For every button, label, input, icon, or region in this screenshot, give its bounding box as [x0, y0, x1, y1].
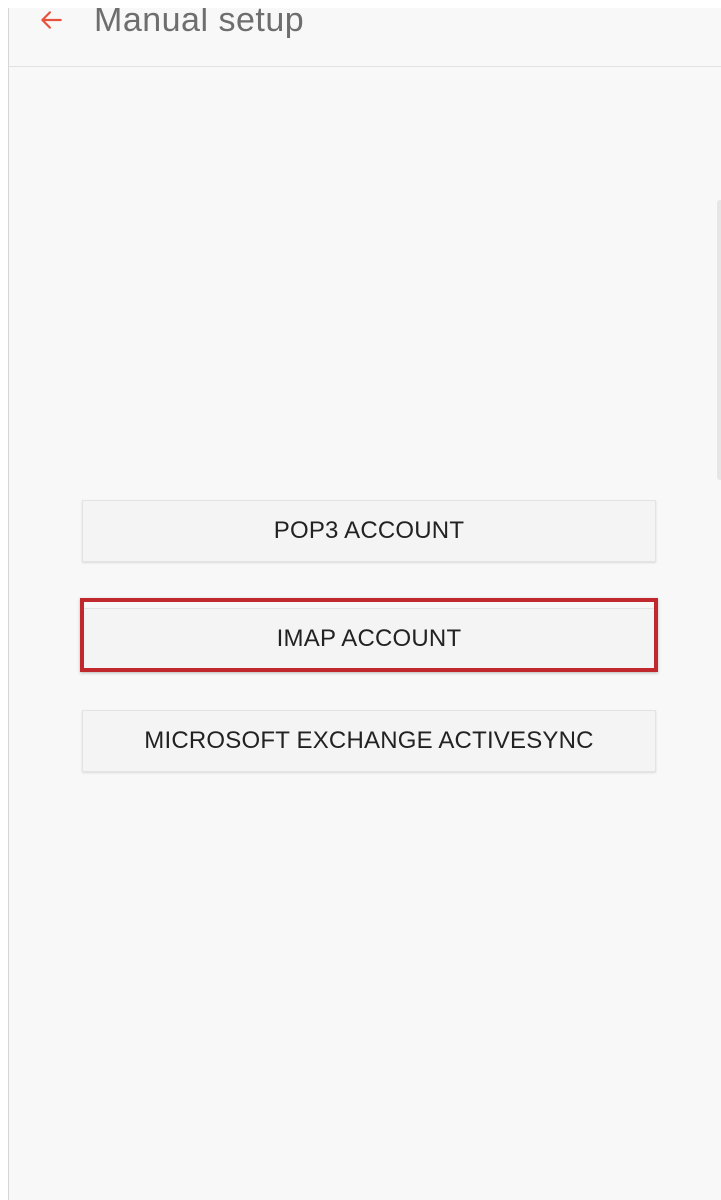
- pop3-account-button[interactable]: POP3 ACCOUNT: [82, 500, 656, 562]
- app-bar: Manual setup: [9, 0, 721, 67]
- edge-handle: [717, 200, 721, 480]
- imap-account-button[interactable]: IMAP ACCOUNT: [82, 608, 656, 670]
- arrow-left-icon: [38, 7, 64, 33]
- exchange-activesync-button[interactable]: MICROSOFT EXCHANGE ACTIVESYNC: [82, 710, 656, 772]
- manual-setup-screen: Manual setup POP3 ACCOUNT IMAP ACCOUNT M…: [8, 0, 721, 1200]
- top-strip: [0, 0, 721, 8]
